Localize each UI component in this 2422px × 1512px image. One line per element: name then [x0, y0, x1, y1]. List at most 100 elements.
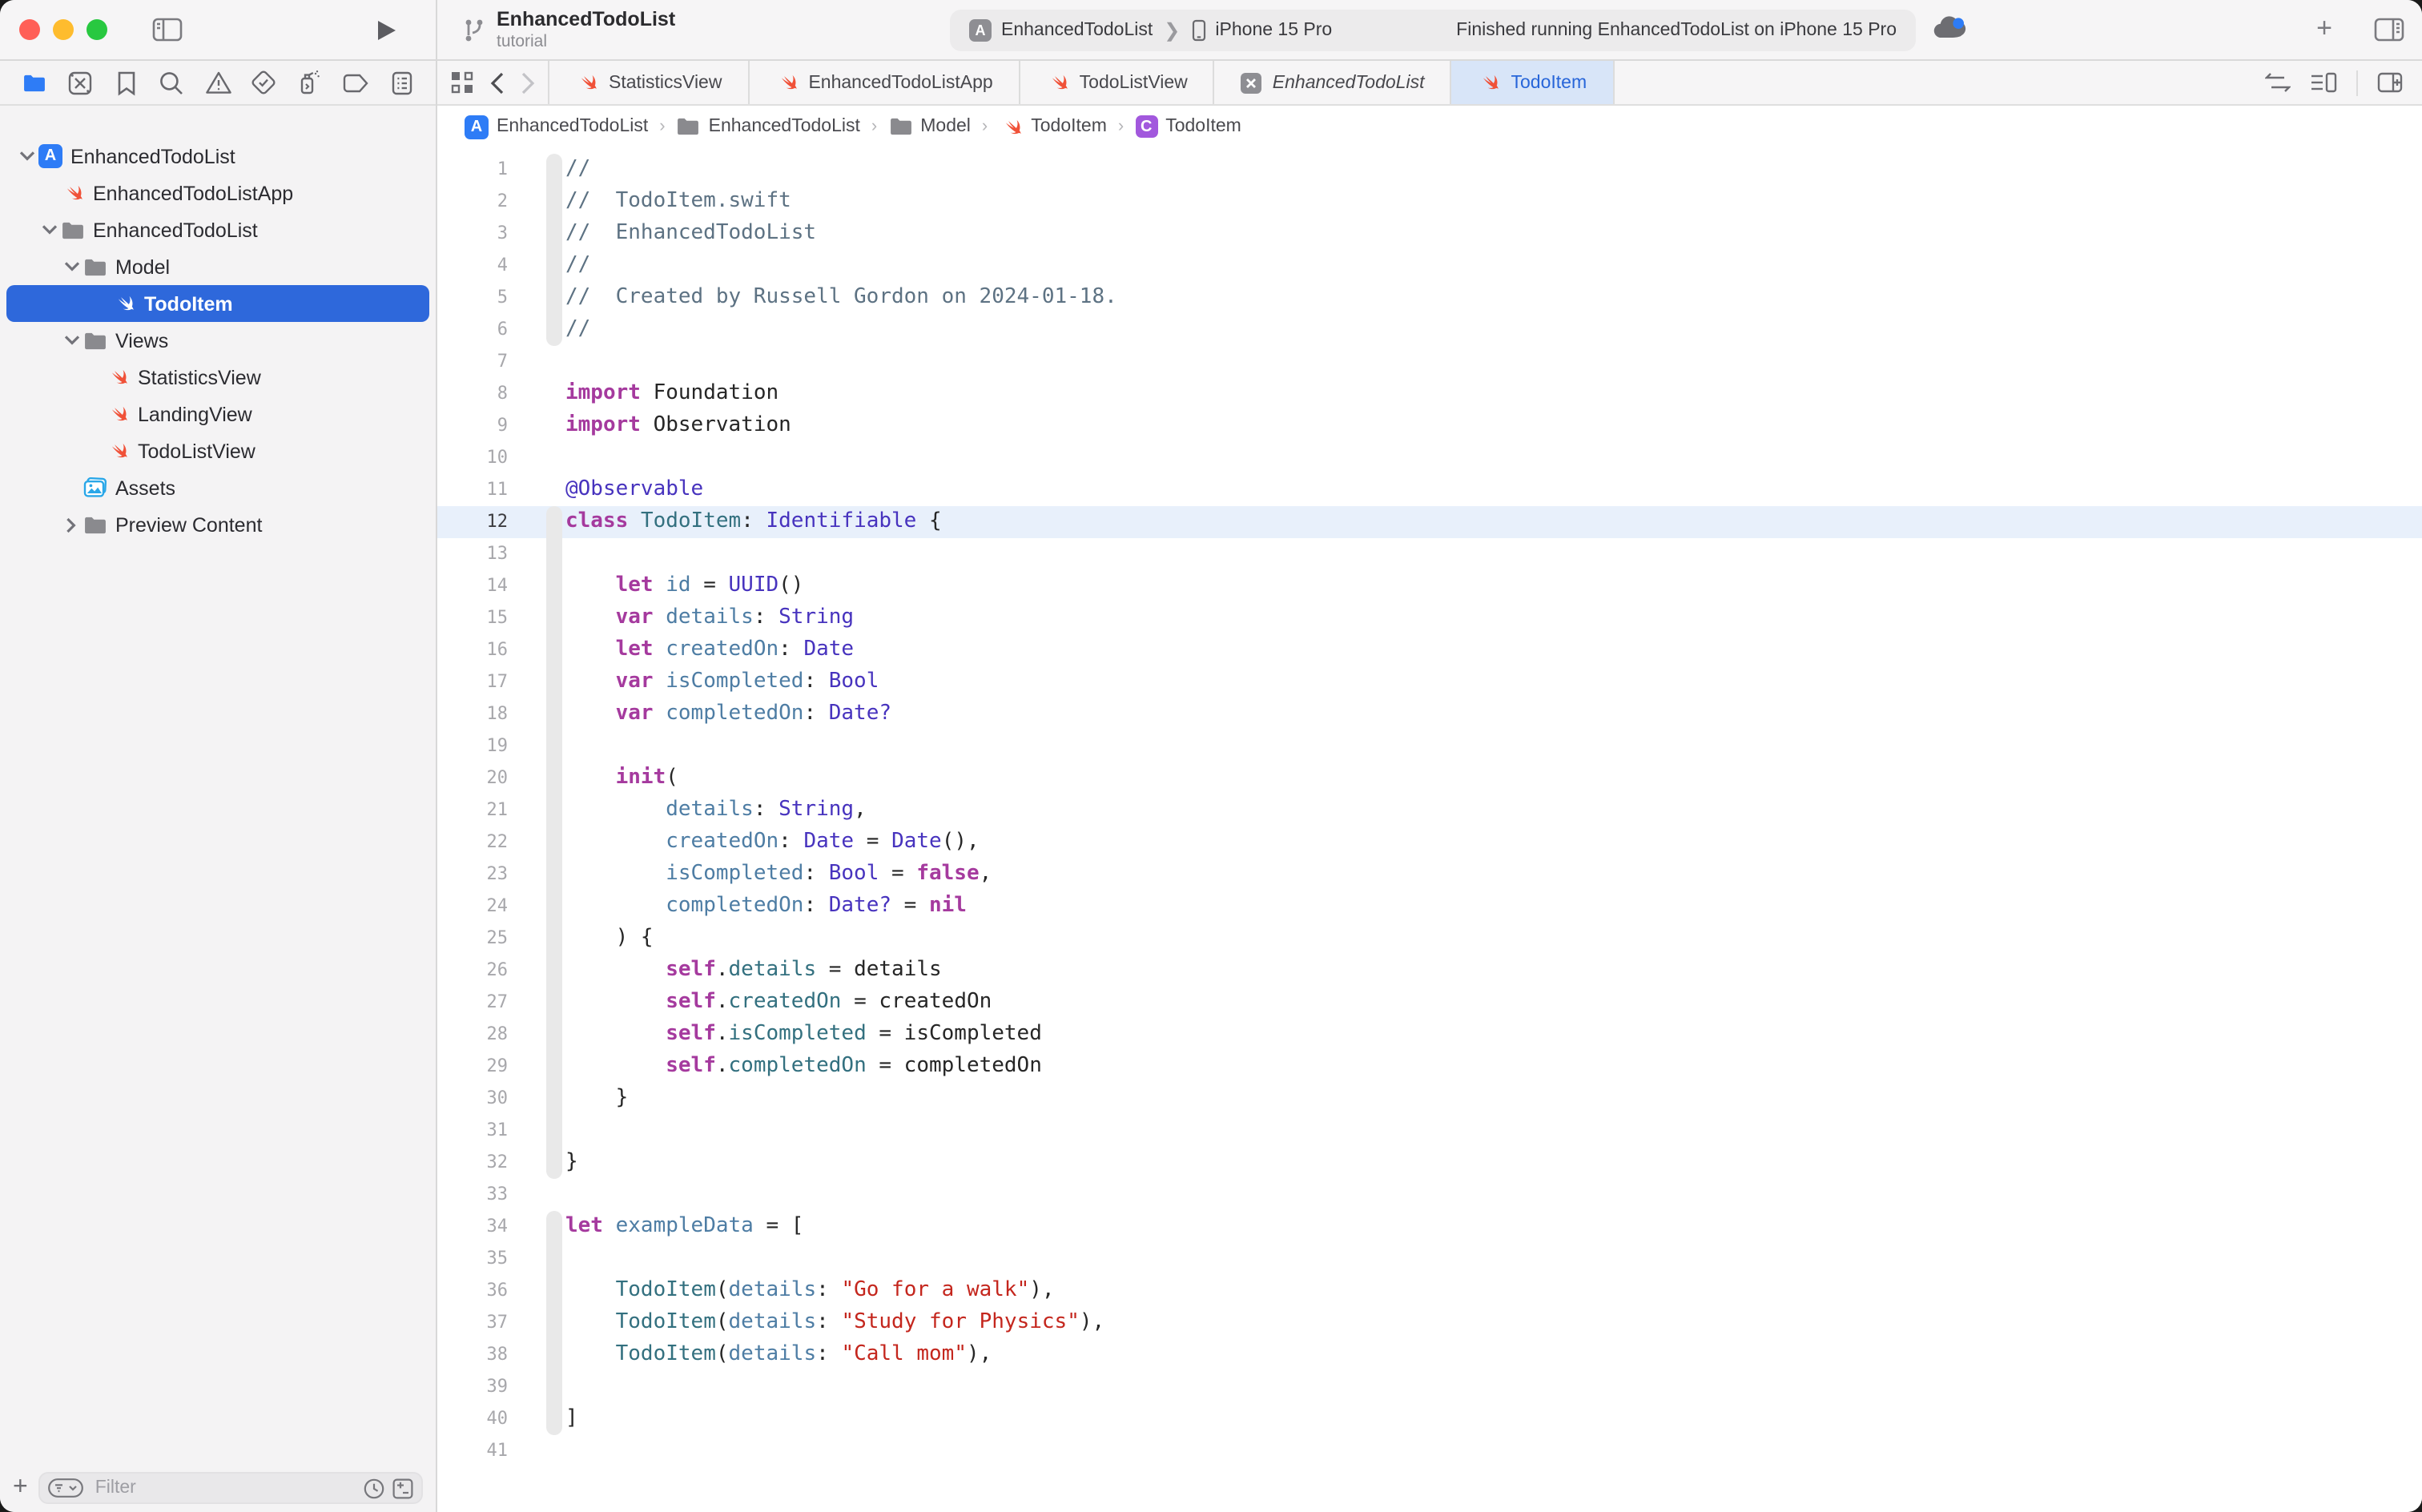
code-line-19[interactable]: 19: [437, 730, 2422, 762]
breadcrumb-item-enhancedtodolist[interactable]: AEnhancedTodoList: [465, 115, 648, 139]
line-number[interactable]: 8: [437, 378, 508, 410]
run-button[interactable]: [365, 12, 407, 47]
line-number[interactable]: 17: [437, 666, 508, 698]
tests-icon[interactable]: [247, 65, 282, 100]
code-line-41[interactable]: 41: [437, 1435, 2422, 1467]
code-line-28[interactable]: 28 self.isCompleted = isCompleted: [437, 1019, 2422, 1051]
scheme-selector[interactable]: A EnhancedTodoList: [969, 19, 1153, 42]
code-line-8[interactable]: 8import Foundation: [437, 378, 2422, 410]
sidebar-item-preview-content[interactable]: Preview Content: [0, 506, 436, 543]
line-number[interactable]: 33: [437, 1179, 508, 1211]
line-number[interactable]: 34: [437, 1211, 508, 1243]
minimize-window-button[interactable]: [53, 19, 74, 40]
sidebar-item-todolistview[interactable]: TodoListView: [0, 432, 436, 469]
go-forward-icon[interactable]: [521, 71, 535, 94]
code-line-9[interactable]: 9import Observation: [437, 410, 2422, 442]
line-number[interactable]: 15: [437, 602, 508, 634]
code-line-4[interactable]: 4//: [437, 250, 2422, 282]
chevron-down-icon[interactable]: [38, 224, 59, 235]
line-number[interactable]: 4: [437, 250, 508, 282]
breadcrumb-item-todoitem[interactable]: TodoItem: [999, 115, 1107, 139]
debug-icon[interactable]: [292, 65, 328, 100]
code-line-18[interactable]: 18 var completedOn: Date?: [437, 698, 2422, 730]
line-number[interactable]: 5: [437, 282, 508, 314]
editor-options-icon[interactable]: [2310, 72, 2337, 93]
line-number[interactable]: 6: [437, 314, 508, 346]
line-number[interactable]: 27: [437, 987, 508, 1019]
chevron-down-icon[interactable]: [61, 261, 82, 272]
code-line-2[interactable]: 2// TodoItem.swift: [437, 186, 2422, 218]
code-line-13[interactable]: 13: [437, 538, 2422, 570]
toggle-navigator-icon[interactable]: [146, 12, 187, 47]
code-line-32[interactable]: 32}: [437, 1147, 2422, 1179]
filter-options-icon[interactable]: [49, 1478, 84, 1498]
code-line-17[interactable]: 17 var isCompleted: Bool: [437, 666, 2422, 698]
line-number[interactable]: 14: [437, 570, 508, 602]
line-number[interactable]: 11: [437, 474, 508, 506]
sidebar-item-enhancedtodolist[interactable]: AEnhancedTodoList: [0, 138, 436, 175]
code-line-26[interactable]: 26 self.details = details: [437, 955, 2422, 987]
sidebar-item-enhancedtodolistapp[interactable]: EnhancedTodoListApp: [0, 175, 436, 211]
code-line-40[interactable]: 40]: [437, 1403, 2422, 1435]
code-line-21[interactable]: 21 details: String,: [437, 794, 2422, 826]
reports-icon[interactable]: [384, 65, 420, 100]
code-line-34[interactable]: 34let exampleData = [: [437, 1211, 2422, 1243]
project-navigator-icon[interactable]: [16, 65, 51, 100]
breakpoints-icon[interactable]: [339, 65, 374, 100]
line-number[interactable]: 40: [437, 1403, 508, 1435]
related-items-icon[interactable]: [450, 70, 474, 94]
run-destination-selector[interactable]: iPhone 15 Pro: [1191, 19, 1332, 42]
chevron-down-icon[interactable]: [16, 151, 37, 162]
code-line-27[interactable]: 27 self.createdOn = createdOn: [437, 987, 2422, 1019]
code-line-15[interactable]: 15 var details: String: [437, 602, 2422, 634]
code-line-12[interactable]: 12class TodoItem: Identifiable {: [437, 506, 2422, 538]
add-tab-button[interactable]: +: [2303, 11, 2345, 46]
chevron-right-icon[interactable]: [61, 517, 82, 533]
code-line-39[interactable]: 39: [437, 1371, 2422, 1403]
line-number[interactable]: 3: [437, 218, 508, 250]
line-number[interactable]: 16: [437, 634, 508, 666]
code-line-7[interactable]: 7: [437, 346, 2422, 378]
code-line-14[interactable]: 14 let id = UUID(): [437, 570, 2422, 602]
close-window-button[interactable]: [19, 19, 40, 40]
breadcrumb-item-model[interactable]: Model: [888, 117, 971, 136]
swap-editor-icon[interactable]: [2265, 72, 2291, 93]
code-line-3[interactable]: 3// EnhancedTodoList: [437, 218, 2422, 250]
code-line-24[interactable]: 24 completedOn: Date? = nil: [437, 891, 2422, 923]
code-line-36[interactable]: 36 TodoItem(details: "Go for a walk"),: [437, 1275, 2422, 1307]
find-icon[interactable]: [155, 65, 190, 100]
line-number[interactable]: 7: [437, 346, 508, 378]
line-number[interactable]: 28: [437, 1019, 508, 1051]
breadcrumb-item-enhancedtodolist[interactable]: EnhancedTodoList: [677, 117, 860, 136]
filter-input[interactable]: [92, 1477, 356, 1499]
line-number[interactable]: 13: [437, 538, 508, 570]
line-number[interactable]: 12: [437, 506, 508, 538]
line-number[interactable]: 26: [437, 955, 508, 987]
line-number[interactable]: 10: [437, 442, 508, 474]
toggle-inspector-icon[interactable]: [2368, 11, 2409, 46]
zoom-window-button[interactable]: [86, 19, 107, 40]
code-line-1[interactable]: 1//: [437, 154, 2422, 186]
line-number[interactable]: 21: [437, 794, 508, 826]
tab-todolistview[interactable]: TodoListView: [1020, 61, 1215, 104]
line-number[interactable]: 20: [437, 762, 508, 794]
add-editor-icon[interactable]: [2377, 72, 2403, 93]
line-number[interactable]: 23: [437, 859, 508, 891]
go-back-icon[interactable]: [490, 71, 505, 94]
code-line-10[interactable]: 10: [437, 442, 2422, 474]
line-number[interactable]: 36: [437, 1275, 508, 1307]
tab-todoitem[interactable]: TodoItem: [1452, 61, 1615, 104]
tab-enhancedtodolistapp[interactable]: EnhancedTodoListApp: [749, 61, 1020, 104]
code-line-38[interactable]: 38 TodoItem(details: "Call mom"),: [437, 1339, 2422, 1371]
line-number[interactable]: 2: [437, 186, 508, 218]
code-line-11[interactable]: 11@Observable: [437, 474, 2422, 506]
sidebar-item-statisticsview[interactable]: StatisticsView: [0, 359, 436, 396]
code-line-29[interactable]: 29 self.completedOn = completedOn: [437, 1051, 2422, 1083]
filter-field[interactable]: [39, 1472, 423, 1504]
line-number[interactable]: 24: [437, 891, 508, 923]
recent-files-icon[interactable]: [364, 1478, 384, 1498]
tab-enhancedtodolist[interactable]: EnhancedTodoList: [1215, 61, 1452, 104]
line-number[interactable]: 22: [437, 826, 508, 859]
code-line-23[interactable]: 23 isCompleted: Bool = false,: [437, 859, 2422, 891]
add-file-button[interactable]: +: [13, 1475, 28, 1501]
